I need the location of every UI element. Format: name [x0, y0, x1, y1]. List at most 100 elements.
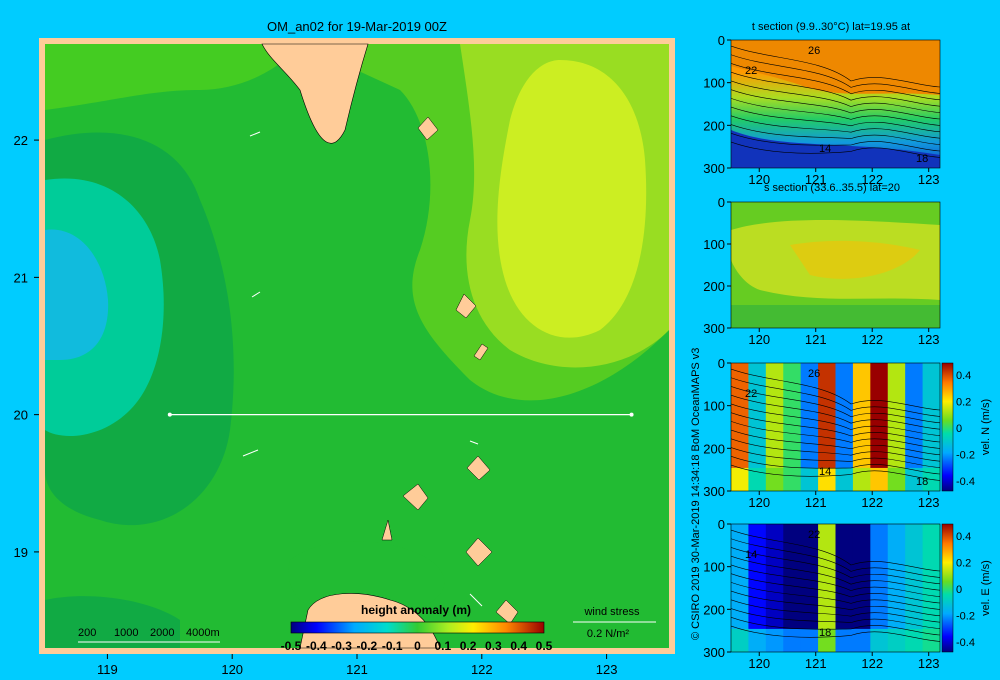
- contour-label: 18: [819, 627, 831, 639]
- section-line-start: [167, 412, 172, 417]
- y-tick-label: 200: [703, 602, 725, 617]
- x-tick-label: 123: [918, 656, 940, 671]
- t-section-title: t section (9.9..30°C) lat=19.95 at: [752, 21, 910, 33]
- y-tick-label: 300: [703, 321, 725, 336]
- vel-column-deep: [852, 467, 871, 491]
- contour-label: 26: [808, 368, 820, 380]
- y-tick-label: 0: [718, 33, 725, 48]
- vel-column-deep: [748, 628, 767, 652]
- vel-e-colorbar-label: vel. E (m/s): [980, 560, 992, 616]
- vel-e-field: [731, 524, 940, 652]
- colorbar-tick-label: 0.2: [460, 639, 477, 653]
- colorbar-tick-label: -0.2: [956, 450, 975, 462]
- vel-n-field: [731, 363, 940, 491]
- vel-column-deep: [731, 628, 749, 652]
- contour-label: 22: [745, 65, 757, 77]
- colorbar-tick-label: 0.2: [956, 397, 971, 409]
- x-tick-label: 123: [596, 662, 618, 677]
- vel-column: [748, 363, 767, 468]
- colorbar-label: height anomaly (m): [361, 603, 471, 617]
- y-tick-label: 20: [14, 408, 28, 423]
- y-tick-label: 200: [703, 279, 725, 294]
- x-tick-label: 121: [805, 332, 827, 347]
- wind-stress-scale: 0.2 N/m²: [587, 628, 630, 640]
- contour-label: 18: [916, 153, 928, 165]
- x-tick-label: 121: [346, 662, 368, 677]
- y-tick-label: 100: [703, 237, 725, 252]
- colorbar-tick-label: 0.1: [434, 639, 451, 653]
- colorbar-tick-label: 0.4: [956, 531, 971, 543]
- vel-column: [748, 524, 767, 629]
- contour-label: 26: [808, 45, 820, 57]
- section-line-end: [629, 412, 634, 417]
- y-tick-label: 19: [14, 545, 28, 560]
- x-tick-label: 122: [861, 495, 883, 510]
- y-tick-label: 100: [703, 560, 725, 575]
- map-title: OM_an02 for 19-Mar-2019 00Z: [267, 19, 447, 34]
- vel-column-deep: [783, 628, 802, 652]
- colorbar-tick-label: -0.2: [956, 611, 975, 623]
- x-tick-label: 121: [805, 495, 827, 510]
- contour-label: 14: [819, 143, 831, 155]
- colorbar-tick-label: 0: [414, 639, 421, 653]
- x-tick-label: 120: [748, 656, 770, 671]
- y-tick-label: 0: [718, 356, 725, 371]
- colorbar-tick-label: 0.4: [956, 370, 971, 382]
- contour-label: 14: [745, 549, 757, 561]
- x-tick-label: 119: [97, 662, 118, 677]
- x-tick-label: 123: [918, 172, 940, 187]
- vel-column-deep: [731, 467, 749, 491]
- figure-canvas: OM_an02 for 19-Mar-2019 00Z 200 1000 200…: [14, 19, 992, 677]
- y-tick-label: 200: [703, 441, 725, 456]
- colorbar-tick-label: 0.5: [536, 639, 553, 653]
- colorbar-ticks: -0.5 -0.4 -0.3 -0.2 -0.1 0 0.1 0.2 0.3 0.4 0.5: [281, 639, 553, 653]
- x-tick-label: 120: [748, 332, 770, 347]
- y-tick-label: 300: [703, 161, 725, 176]
- x-tick-label: 123: [918, 332, 940, 347]
- credit-text: © CSIRO 2019 30-Mar-2019 14:34:18 BoM Oc…: [690, 348, 702, 640]
- figure: OM_an02 for 19-Mar-2019 00Z 200 1000 200…: [0, 0, 1000, 680]
- vel-column-deep: [835, 628, 854, 652]
- x-tick-label: 120: [221, 662, 243, 677]
- x-tick-label: 123: [918, 495, 940, 510]
- colorbar-tick-label: 0: [956, 584, 962, 596]
- vel-column-deep: [800, 628, 819, 652]
- depth-legend-label: 200: [78, 627, 96, 639]
- y-tick-label: 100: [703, 399, 725, 414]
- vel-column: [765, 363, 784, 468]
- contour-label: 22: [808, 529, 820, 541]
- s-section-field: [731, 202, 940, 328]
- colorbar: [290, 621, 545, 634]
- vel-column-deep: [835, 467, 854, 491]
- y-tick-label: 22: [14, 133, 28, 148]
- y-tick-label: 300: [703, 645, 725, 660]
- contour-label: 14: [819, 466, 831, 478]
- map-field: [45, 44, 669, 648]
- colorbar-tick-label: -0.2: [357, 639, 378, 653]
- vel-column-deep: [887, 628, 906, 652]
- y-tick-label: 300: [703, 484, 725, 499]
- vel-n-colorbar: [941, 362, 954, 492]
- wind-stress-label: wind stress: [583, 606, 640, 618]
- x-tick-label: 122: [471, 662, 493, 677]
- field-level-east-core: [497, 60, 647, 338]
- vel-e-colorbar: [941, 523, 954, 653]
- contour-label: 22: [745, 388, 757, 400]
- vel-column-deep: [765, 467, 784, 491]
- x-tick-label: 122: [861, 332, 883, 347]
- colorbar-tick-label: -0.3: [331, 639, 352, 653]
- contour-label: 18: [916, 476, 928, 488]
- vel-column: [765, 524, 784, 629]
- colorbar-tick-label: 0.3: [485, 639, 502, 653]
- vel-column-deep: [852, 628, 871, 652]
- y-tick-label: 21: [14, 270, 28, 285]
- colorbar-tick-label: -0.5: [281, 639, 302, 653]
- vel-n-colorbar-label: vel. N (m/s): [980, 399, 992, 455]
- s-deep-layer: [731, 305, 940, 328]
- t-section-field: [731, 40, 940, 168]
- vel-column-deep: [748, 467, 767, 491]
- colorbar-tick-label: 0: [956, 423, 962, 435]
- x-tick-label: 121: [805, 656, 827, 671]
- y-tick-label: 200: [703, 118, 725, 133]
- vel-n-colorbar-ticks: 0.4 0.2 0 -0.2 -0.4: [956, 370, 975, 488]
